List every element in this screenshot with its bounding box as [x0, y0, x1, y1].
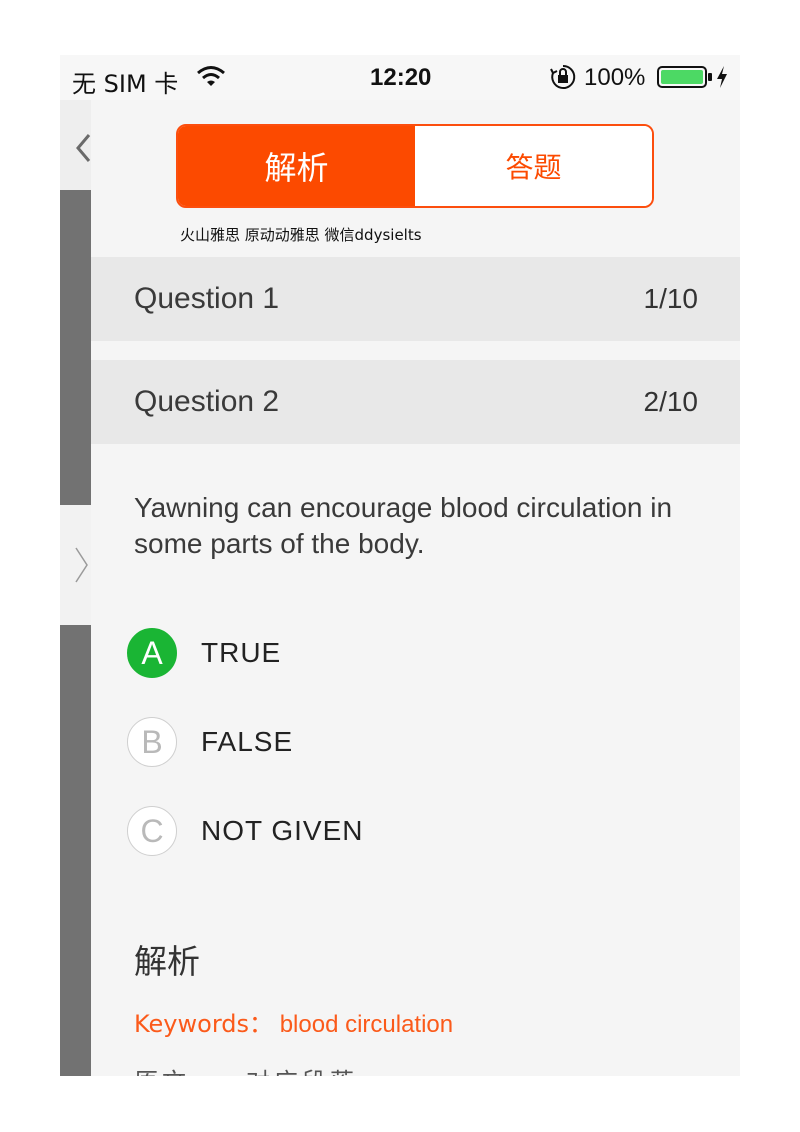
question-title: Question 1 [134, 282, 280, 315]
watermark-text: 火山雅思 原动动雅思 微信ddysielts [180, 226, 422, 244]
charging-icon [717, 66, 727, 88]
question-title: Question 2 [134, 385, 280, 418]
keywords-value: blood circulation [279, 1011, 454, 1038]
mode-segmented-control: 解析 答题 [176, 124, 654, 208]
tab-analysis[interactable]: 解析 [178, 126, 415, 206]
status-time: 12:20 [370, 64, 432, 91]
battery-percent: 100% [584, 64, 646, 91]
underlying-page-strip [60, 55, 91, 1076]
option-label: TRUE [201, 637, 282, 668]
option-c[interactable]: C NOT GIVEN [127, 804, 687, 858]
option-label: FALSE [201, 726, 294, 757]
question-1-header[interactable]: Question 1 1/10 [91, 257, 740, 341]
carrier-label: 无 SIM 卡 [72, 70, 179, 98]
option-letter-badge: B [127, 717, 177, 767]
question-count: 1/10 [643, 283, 699, 314]
option-label: NOT GIVEN [201, 815, 364, 846]
option-letter-badge: C [127, 806, 177, 856]
question-count: 2/10 [643, 386, 699, 417]
phone-screen: 无 SIM 卡 12:20 100% 解析 答题 火山雅思 原动动雅思 微信dd [60, 55, 740, 1076]
orientation-lock-icon [550, 64, 576, 89]
truncated-text-line: 原文……对应段落 [134, 1068, 394, 1076]
status-bar: 无 SIM 卡 12:20 100% [60, 55, 740, 100]
keywords-line: Keywords： blood circulation [134, 1004, 453, 1039]
analysis-heading: 解析 [134, 942, 200, 981]
keywords-label: Keywords： [134, 1010, 274, 1038]
back-chevron-icon[interactable] [75, 133, 91, 163]
question-2-header[interactable]: Question 2 2/10 [91, 360, 740, 444]
option-letter-badge: A [127, 628, 177, 678]
tab-answer[interactable]: 答题 [415, 126, 652, 206]
wifi-icon [197, 66, 225, 86]
option-b[interactable]: B FALSE [127, 715, 687, 769]
question-panel: 解析 答题 火山雅思 原动动雅思 微信ddysielts Question 1 … [91, 100, 740, 1076]
question-statement: Yawning can encourage blood circulation … [134, 492, 673, 559]
chevron-right-icon[interactable] [72, 545, 90, 585]
battery-icon [657, 66, 712, 88]
option-a[interactable]: A TRUE [127, 626, 687, 680]
